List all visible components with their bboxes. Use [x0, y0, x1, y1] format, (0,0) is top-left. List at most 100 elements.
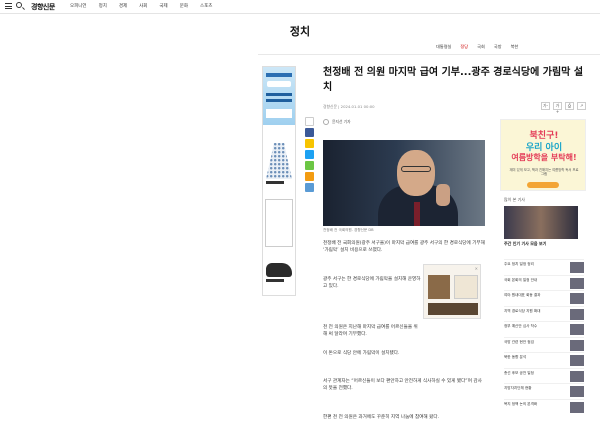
- ad-graphic: [266, 73, 292, 77]
- band-icon[interactable]: [305, 161, 314, 170]
- ad-graphic: [266, 93, 292, 96]
- popular-section-label: 많이 본 기사: [504, 197, 525, 202]
- section-subnav: 대통령실 정당 국회 국방 북한: [436, 44, 518, 50]
- ad-close-icon[interactable]: ✕: [475, 266, 478, 271]
- font-increase-button[interactable]: 가+: [553, 102, 562, 114]
- right-banner-ad[interactable]: 북친구! 우리 아이 여름방학을 부탁해! 재미 있게 보고, 책과 친해지는 …: [500, 119, 586, 191]
- article-byline: 경향신문 | 2024.01.01 00:00: [323, 104, 375, 109]
- site-logo[interactable]: 경향신문: [31, 2, 55, 12]
- gnb-item-economy[interactable]: 경제: [119, 3, 127, 9]
- list-item-thumbnail: [570, 308, 584, 320]
- inline-furniture-ad[interactable]: ✕: [423, 264, 481, 319]
- list-item-thumbnail: [570, 262, 584, 273]
- subnav-item-north-korea[interactable]: 북한: [511, 44, 519, 50]
- subnav-item-defense[interactable]: 국방: [494, 44, 502, 50]
- gnb-item-society[interactable]: 사회: [139, 3, 147, 9]
- left-ad-column: [262, 66, 296, 296]
- subnav-item-parties[interactable]: 정당: [460, 44, 468, 50]
- article-paragraph: 서구 관계자는 “어르신들이 보다 편안하고 안전하게 식사하실 수 있게 됐다…: [323, 379, 482, 392]
- photo-hand: [436, 184, 450, 206]
- dress-image: [266, 143, 292, 179]
- article-paragraph: 천정배 전 국회의원(광주 서구을)이 마지막 급여를 광주 서구의 한 경로식…: [323, 241, 485, 254]
- gnb-item-opinion[interactable]: 오피니언: [70, 3, 87, 9]
- photo-tie: [414, 202, 420, 226]
- gnb-item-politics[interactable]: 정치: [99, 3, 107, 9]
- featured-caption[interactable]: 주간 인기 기사 모음 보기: [504, 241, 584, 247]
- article-paragraph: 이 돈으로 식당 안에 가림막이 설치됐다.: [323, 351, 400, 356]
- section-divider: [258, 54, 600, 55]
- left-banner-ad[interactable]: [263, 67, 295, 125]
- list-item-title: 지방자치단체 현황: [504, 386, 532, 390]
- list-item-title: 여야 원내대표 회동 결과: [504, 293, 541, 297]
- subnav-item-assembly[interactable]: 국회: [477, 44, 485, 50]
- list-item-title: 주요 정치 일정 정리: [504, 262, 534, 266]
- gnb-item-culture[interactable]: 문화: [180, 3, 188, 9]
- product-ad-shoe[interactable]: [266, 249, 292, 282]
- share-count-icon[interactable]: [305, 117, 314, 126]
- gnb-item-world[interactable]: 국제: [159, 3, 167, 9]
- list-item[interactable]: 정부 예산안 심사 착수: [504, 321, 584, 337]
- global-nav: 오피니언 정치 경제 사회 국제 문화 스포츠: [70, 3, 212, 9]
- list-item[interactable]: 여야 원내대표 회동 결과: [504, 290, 584, 306]
- photo-glasses: [401, 166, 431, 172]
- gnb-item-sports[interactable]: 스포츠: [200, 3, 212, 9]
- photo-caption: 천정배 전 국회의원. 경향신문 DB: [323, 228, 374, 232]
- list-item[interactable]: 지역 경로식당 지원 확대: [504, 305, 584, 322]
- list-item[interactable]: 총선 후보 공천 일정: [504, 367, 584, 384]
- list-item-title: 국방 관련 현안 점검: [504, 339, 534, 344]
- font-decrease-button[interactable]: 가-: [541, 102, 550, 110]
- list-item-thumbnail: [570, 277, 584, 289]
- share-toolbar: [305, 117, 317, 194]
- photo-face: [397, 150, 435, 196]
- list-item[interactable]: 지방자치단체 현황: [504, 383, 584, 399]
- subnav-item-presidential-office[interactable]: 대통령실: [436, 44, 451, 50]
- article-tools: 가- 가+ ⎙ ↗: [541, 102, 586, 114]
- product-ad-dress[interactable]: [266, 143, 292, 184]
- article-photo: [323, 140, 485, 226]
- link-copy-icon[interactable]: [305, 183, 314, 192]
- facebook-icon[interactable]: [305, 128, 314, 137]
- list-item-title: 정부 예산안 심사 착수: [504, 324, 538, 328]
- list-item[interactable]: 북한 동향 분석: [504, 352, 584, 368]
- share-button[interactable]: ↗: [577, 102, 586, 110]
- ad-graphic: [266, 99, 292, 102]
- ad-headline: 여름방학을 부탁해!: [511, 153, 577, 162]
- list-item-title: 북한 동향 분석: [504, 355, 527, 359]
- author-name[interactable]: 윤지선 기자: [332, 119, 351, 125]
- article-paragraph: 한편 천 전 의원은 과거에도 꾸준히 지역 나눔에 참여해 왔다.: [323, 415, 440, 420]
- ad-product-image: [428, 303, 478, 315]
- list-item[interactable]: 국회 본회의 일정 안내: [504, 274, 584, 291]
- author-row: 윤지선 기자: [323, 119, 351, 125]
- list-item-title: 복지 정책 논의 본격화: [504, 401, 538, 406]
- list-item[interactable]: 주요 정치 일정 정리: [504, 259, 584, 275]
- list-item-thumbnail: [570, 386, 584, 397]
- ad-graphic: [266, 109, 292, 118]
- story-icon[interactable]: [305, 172, 314, 181]
- article-headline: 천정배 전 의원 마지막 급여 기부...광주 경로식당에 가림막 설치: [323, 67, 584, 93]
- kakao-icon[interactable]: [305, 139, 314, 148]
- list-item-thumbnail: [570, 339, 584, 351]
- list-item-title: 지역 경로식당 지원 확대: [504, 308, 541, 313]
- author-avatar: [323, 119, 329, 125]
- top-bar: 경향신문 오피니언 정치 경제 사회 국제 문화 스포츠: [0, 0, 600, 14]
- list-item-thumbnail: [570, 355, 584, 366]
- list-item[interactable]: 국방 관련 현안 점검: [504, 336, 584, 353]
- article-paragraph: 천 전 의원은 지난해 마지막 급여를 어르신들을 위해 써 달라며 기부했다.: [323, 325, 418, 338]
- list-item[interactable]: 복지 정책 논의 본격화: [504, 398, 584, 415]
- print-button[interactable]: ⎙: [565, 102, 574, 110]
- search-icon[interactable]: [16, 2, 22, 8]
- ad-subtext: 재미 있게 보고, 책과 친해지는 여름방학 독서 프로그램: [509, 168, 579, 176]
- section-title: 정치: [289, 25, 311, 38]
- list-item-thumbnail: [570, 370, 584, 382]
- twitter-icon[interactable]: [305, 150, 314, 159]
- product-tag: [266, 279, 284, 282]
- menu-icon[interactable]: [5, 3, 12, 9]
- ad-graphic: [267, 81, 291, 87]
- ad-cta-button[interactable]: [527, 182, 559, 188]
- empty-ad-slot: [265, 199, 293, 247]
- ad-product-image: [454, 275, 478, 299]
- shoe-image: [266, 263, 292, 277]
- featured-image[interactable]: [504, 206, 578, 239]
- popular-news-list: 주요 정치 일정 정리 국회 본회의 일정 안내 여야 원내대표 회동 결과 지…: [504, 259, 584, 414]
- list-item-title: 총선 후보 공천 일정: [504, 370, 534, 375]
